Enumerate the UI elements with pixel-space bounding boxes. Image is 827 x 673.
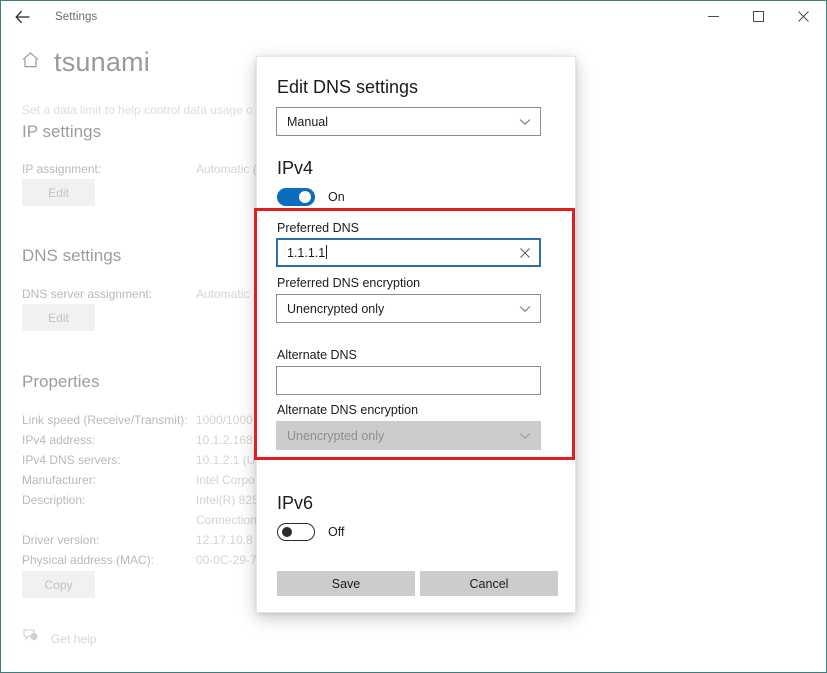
- minimize-button[interactable]: [691, 1, 736, 32]
- prop-value-manufacturer: Intel Corpo: [196, 473, 255, 487]
- ipv4-heading: IPv4: [277, 158, 314, 178]
- prop-value-mac-address: 00-0C-29-7: [196, 553, 257, 567]
- ipv4-toggle-switch[interactable]: [277, 188, 315, 206]
- prop-value-ipv4-address: 10.1.2.168: [196, 433, 253, 447]
- prop-label-mac-address: Physical address (MAC):: [22, 553, 155, 567]
- prop-value-link-speed: 1000/1000 (: [196, 413, 261, 427]
- ipv4-toggle-knob: [299, 191, 311, 203]
- prop-label-ipv4-dns-servers: IPv4 DNS servers:: [22, 453, 121, 467]
- ipv6-heading: IPv6: [277, 493, 314, 513]
- alternate-dns-encryption-label: Alternate DNS encryption: [277, 403, 419, 417]
- ip-assignment-label: IP assignment:: [22, 162, 102, 176]
- window-controls: [691, 1, 826, 32]
- preferred-dns-encryption-select[interactable]: Unencrypted only: [276, 294, 541, 323]
- clear-x-icon[interactable]: [511, 247, 539, 258]
- close-icon: [798, 11, 809, 22]
- get-help-label: Get help: [51, 631, 97, 646]
- alternate-dns-input[interactable]: [276, 366, 541, 395]
- back-button[interactable]: [1, 1, 45, 32]
- edit-dns-settings-dialog: Edit DNS settings Manual IPv4 On Preferr…: [256, 56, 576, 613]
- ipv6-toggle-row[interactable]: Off: [277, 523, 344, 541]
- section-title-dns-settings: DNS settings: [22, 246, 122, 265]
- ipv6-toggle-knob: [282, 527, 292, 537]
- prop-label-ipv4-address: IPv4 address:: [22, 433, 96, 447]
- chevron-down-icon: [510, 432, 540, 440]
- section-title-ip-settings: IP settings: [22, 122, 102, 141]
- dns-assignment-label: DNS server assignment:: [22, 287, 153, 301]
- page-subtitle: Set a data limit to help control data us…: [22, 103, 252, 117]
- preferred-dns-input[interactable]: 1.1.1.1: [276, 238, 541, 267]
- ipv6-toggle-label: Off: [328, 525, 345, 539]
- ip-assignment-value: Automatic (: [196, 162, 257, 176]
- alternate-dns-label: Alternate DNS: [277, 348, 357, 362]
- copy-button[interactable]: Copy: [22, 571, 95, 598]
- prop-label-manufacturer: Manufacturer:: [22, 473, 97, 487]
- alternate-dns-encryption-select: Unencrypted only: [276, 421, 541, 450]
- section-title-properties: Properties: [22, 372, 100, 391]
- dialog-title: Edit DNS settings: [277, 77, 419, 97]
- save-button[interactable]: Save: [277, 571, 415, 596]
- preferred-dns-value: 1.1.1.1: [287, 245, 328, 260]
- dns-mode-select[interactable]: Manual: [276, 107, 541, 136]
- ipv6-toggle-switch[interactable]: [277, 523, 315, 541]
- settings-window: Settings tsunami Set a data limit to hel…: [0, 0, 827, 673]
- app-title: Settings: [55, 10, 98, 23]
- preferred-dns-encryption-value: Unencrypted only: [287, 301, 385, 316]
- edit-dns-button[interactable]: Edit: [22, 304, 95, 331]
- prop-label-driver-version: Driver version:: [22, 533, 100, 547]
- chevron-down-icon: [510, 118, 540, 126]
- text-caret: [326, 245, 328, 259]
- edit-ip-button[interactable]: Edit: [22, 179, 95, 206]
- close-button[interactable]: [781, 1, 826, 32]
- preferred-dns-encryption-label: Preferred DNS encryption: [277, 276, 421, 290]
- help-bubble-icon: [23, 629, 39, 648]
- prop-value-description-line2: Connection: [196, 513, 257, 527]
- preferred-dns-label: Preferred DNS: [277, 221, 359, 235]
- home-icon[interactable]: [21, 51, 40, 74]
- prop-value-driver-version: 12.17.10.8: [196, 533, 253, 547]
- maximize-icon: [753, 11, 764, 22]
- prop-value-description: Intel(R) 825: [196, 493, 259, 507]
- chevron-down-icon: [510, 305, 540, 313]
- page-header: tsunami: [21, 47, 150, 78]
- dns-assignment-value: Automatic: [196, 287, 250, 301]
- alternate-dns-encryption-value: Unencrypted only: [287, 428, 385, 443]
- back-arrow-icon: [15, 10, 31, 24]
- title-bar: Settings: [1, 1, 826, 32]
- page-title: tsunami: [54, 47, 150, 77]
- get-help-link[interactable]: Get help: [23, 629, 96, 648]
- dns-mode-value: Manual: [287, 114, 328, 129]
- prop-label-description: Description:: [22, 493, 86, 507]
- ipv4-toggle-row[interactable]: On: [277, 188, 345, 206]
- prop-value-ipv4-dns-servers: 10.1.2.1 (Un: [196, 453, 263, 467]
- minimize-icon: [708, 11, 719, 22]
- prop-label-link-speed: Link speed (Receive/Transmit):: [22, 413, 188, 427]
- maximize-button[interactable]: [736, 1, 781, 32]
- cancel-button[interactable]: Cancel: [420, 571, 558, 596]
- ipv4-toggle-label: On: [328, 190, 345, 204]
